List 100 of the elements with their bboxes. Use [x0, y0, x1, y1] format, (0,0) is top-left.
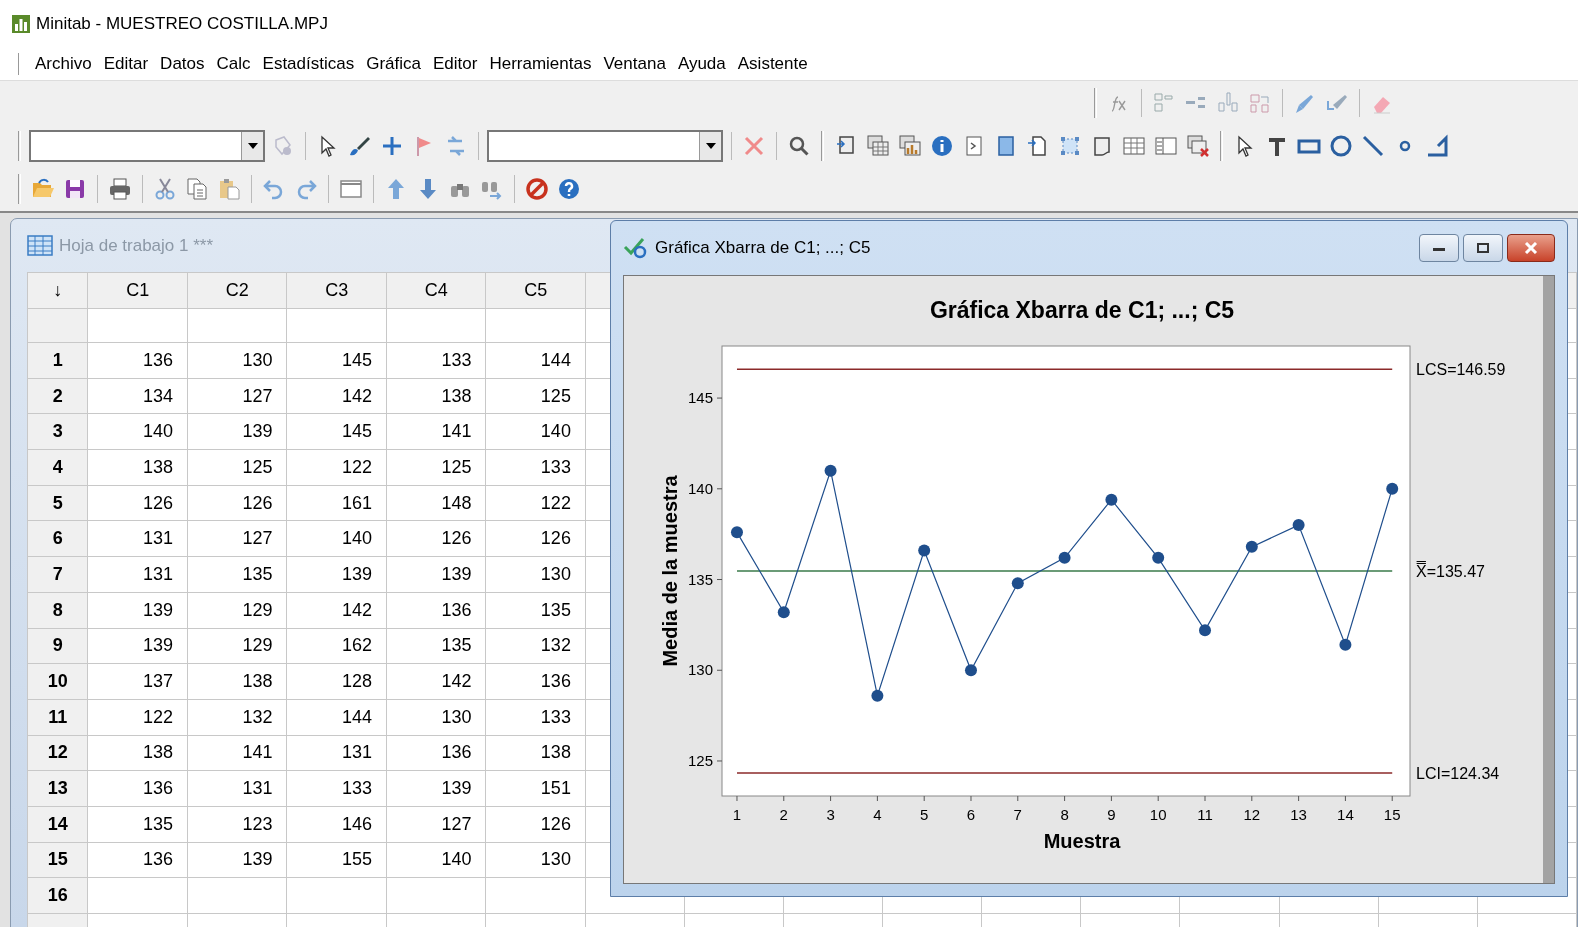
y-tick — [716, 488, 723, 490]
table-cell: 144 — [485, 342, 586, 379]
data-point — [871, 689, 884, 702]
row-number: 16 — [27, 877, 88, 914]
table-cell: 142 — [286, 378, 387, 414]
scrollbar[interactable] — [1543, 276, 1554, 883]
table-cell: 125 — [386, 449, 486, 486]
table-cell: 133 — [485, 449, 586, 486]
table-cell: 135 — [386, 628, 486, 664]
graph-window-title: Gráfica Xbarra de C1; ...; C5 — [655, 237, 871, 260]
distribute-icon — [1216, 90, 1240, 115]
dropdown-field[interactable] — [487, 129, 723, 162]
row-number: 13 — [27, 770, 88, 807]
table-cell: 126 — [88, 485, 188, 521]
table-cell: 145 — [286, 342, 387, 379]
column-header: C5 — [485, 272, 586, 309]
table-cell: 131 — [88, 556, 188, 593]
table-cell: 123 — [187, 806, 287, 843]
data-point — [1386, 482, 1399, 495]
menu-item[interactable]: Asistente — [731, 49, 814, 79]
window-title: Minitab - MUESTREO COSTILLA.MPJ — [36, 13, 328, 36]
check-refresh-icon — [623, 237, 649, 259]
worksheet-title: Hoja de trabajo 1 *** — [59, 234, 214, 257]
table-cell: 133 — [386, 342, 486, 379]
data-point — [1105, 493, 1118, 506]
table-cell: 126 — [187, 485, 287, 521]
data-point — [1245, 540, 1258, 553]
dropdown-caret-icon — [247, 142, 258, 149]
data-point — [1011, 577, 1024, 590]
x-tick-label: 2 — [779, 806, 788, 823]
table-cell: 125 — [187, 449, 287, 486]
menu-item[interactable]: Estadísticas — [256, 49, 361, 79]
close-button[interactable] — [1507, 234, 1555, 262]
print-icon — [108, 176, 132, 201]
table-cell: 140 — [88, 413, 188, 450]
column-header: C3 — [286, 272, 387, 309]
help-icon — [557, 176, 581, 201]
table-cell: 130 — [187, 342, 287, 379]
table-cell: 155 — [286, 842, 387, 878]
table-cell: 141 — [386, 413, 486, 450]
table-cell: 139 — [386, 770, 486, 807]
table-cell: 140 — [286, 520, 387, 557]
row-number: 8 — [27, 592, 88, 628]
data-point — [1058, 551, 1071, 564]
menu-item[interactable]: Herramientas — [483, 49, 598, 79]
table-cell: 138 — [485, 735, 586, 771]
menu-item[interactable]: Datos — [154, 49, 211, 79]
x-tick-label: 8 — [1060, 806, 1069, 823]
table-cell: 131 — [88, 520, 188, 557]
menu-item[interactable]: Gráfica — [360, 49, 427, 79]
table-cell: 131 — [187, 770, 287, 807]
table-cell: 142 — [286, 592, 387, 628]
table-cell: 133 — [286, 770, 387, 807]
x-tick-label: 11 — [1197, 806, 1213, 823]
menu-item[interactable]: Editor — [427, 49, 484, 79]
y-tick — [716, 760, 723, 762]
menu-item[interactable]: Archivo — [29, 49, 98, 79]
table-cell: 136 — [88, 342, 188, 379]
table-cell: 127 — [386, 806, 486, 843]
table-cell: 126 — [386, 520, 486, 557]
maximize-icon — [1476, 242, 1490, 254]
row-number: 12 — [27, 735, 88, 771]
menu-item[interactable]: Editar — [97, 49, 155, 79]
row-number: 7 — [27, 556, 88, 593]
chart-title: Gráfica Xbarra de C1; ...; C5 — [929, 297, 1235, 323]
reference-label: LCS=146.59 — [1416, 361, 1506, 379]
menu-item[interactable]: Calc — [210, 49, 257, 79]
menu-item[interactable]: Ayuda — [671, 49, 732, 79]
table-cell: 138 — [88, 735, 188, 771]
y-axis-label: Media de la muestra — [659, 475, 681, 667]
table-cell: 144 — [286, 699, 387, 736]
data-point — [824, 464, 837, 477]
reference-label: X̿=135.47 — [1416, 563, 1485, 580]
table-cell: 136 — [485, 663, 586, 700]
y-tick — [716, 579, 723, 581]
x-tick-label: 6 — [966, 806, 976, 823]
row-number: 11 — [27, 699, 88, 736]
table-cell: 139 — [187, 413, 287, 450]
stacked-charts-icon — [898, 133, 922, 158]
row-number: 6 — [27, 520, 88, 557]
table-cell: 151 — [485, 770, 586, 807]
x-tick-label: 9 — [1107, 806, 1116, 823]
data-point — [777, 606, 790, 619]
maximize-button[interactable] — [1463, 234, 1503, 262]
row-number: 9 — [27, 628, 88, 664]
close-icon — [1524, 242, 1538, 254]
x-tick-label: 4 — [873, 806, 882, 823]
dropdown-field[interactable] — [29, 129, 265, 162]
minimize-button[interactable] — [1419, 234, 1459, 262]
table-cell: 139 — [386, 556, 486, 593]
data-point — [965, 664, 977, 677]
row-number: 2 — [27, 378, 88, 414]
table-cell: 135 — [187, 556, 287, 593]
table-cell: 130 — [485, 842, 586, 878]
table-cell: 133 — [485, 699, 586, 736]
dropdown-caret-icon — [705, 142, 716, 149]
data-point — [731, 526, 743, 539]
y-tick-label: 130 — [687, 661, 713, 679]
row-number: 5 — [27, 485, 88, 521]
menu-item[interactable]: Ventana — [597, 49, 672, 79]
